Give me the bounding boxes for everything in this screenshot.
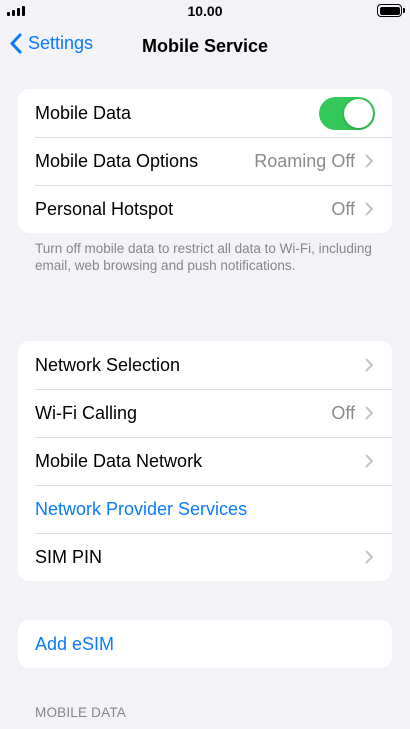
network-provider-services-row[interactable]: Network Provider Services <box>18 485 392 533</box>
add-esim-row[interactable]: Add eSIM <box>18 620 392 668</box>
wifi-calling-label: Wi-Fi Calling <box>35 402 138 423</box>
chevron-right-icon <box>365 550 373 564</box>
mobile-data-group: Mobile Data Mobile Data Options Roaming … <box>18 89 392 233</box>
wifi-calling-row[interactable]: Wi-Fi Calling Off <box>18 389 392 437</box>
chevron-right-icon <box>365 358 373 372</box>
mobile-data-section-header: MOBILE DATA <box>35 705 126 720</box>
mobile-data-network-row[interactable]: Mobile Data Network <box>18 437 392 485</box>
add-esim-link: Add eSIM <box>35 633 115 654</box>
mobile-data-toggle[interactable] <box>319 97 375 130</box>
network-provider-services-link: Network Provider Services <box>35 498 248 519</box>
network-group: Network Selection Wi-Fi Calling Off Mobi… <box>18 341 392 581</box>
page-title: Mobile Service <box>141 36 269 56</box>
network-selection-row[interactable]: Network Selection <box>18 341 392 389</box>
mobile-data-options-value: Roaming Off <box>254 150 355 171</box>
chevron-right-icon <box>365 406 373 420</box>
status-time: 10.00 <box>187 3 223 19</box>
mobile-data-footnote: Turn off mobile data to restrict all dat… <box>35 241 372 273</box>
esim-group: Add eSIM <box>18 620 392 668</box>
mobile-data-network-label: Mobile Data Network <box>35 450 203 471</box>
mobile-data-options-label: Mobile Data Options <box>35 150 199 171</box>
personal-hotspot-row[interactable]: Personal Hotspot Off <box>18 185 392 233</box>
toggle-knob <box>344 99 373 128</box>
personal-hotspot-value: Off <box>331 198 355 219</box>
navigation-bar: Settings Mobile Service <box>0 24 410 68</box>
status-bar: 10.00 <box>0 0 410 24</box>
sim-pin-row[interactable]: SIM PIN <box>18 533 392 581</box>
battery-icon <box>377 4 405 17</box>
mobile-data-row: Mobile Data <box>18 89 392 137</box>
mobile-data-options-row[interactable]: Mobile Data Options Roaming Off <box>18 137 392 185</box>
chevron-right-icon <box>365 454 373 468</box>
sim-pin-label: SIM PIN <box>35 546 103 567</box>
chevron-right-icon <box>365 202 373 216</box>
chevron-right-icon <box>365 154 373 168</box>
personal-hotspot-label: Personal Hotspot <box>35 198 174 219</box>
network-selection-label: Network Selection <box>35 354 181 375</box>
wifi-calling-value: Off <box>331 402 355 423</box>
